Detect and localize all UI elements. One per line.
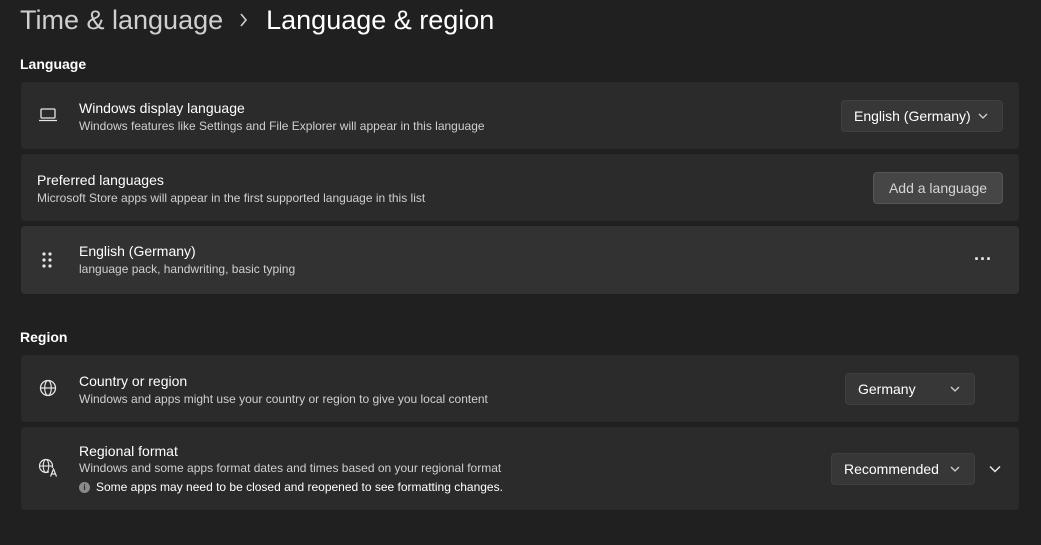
display-language-card: Windows display language Windows feature… [21,82,1019,149]
country-region-description: Windows and apps might use your country … [79,392,488,406]
drag-handle-icon[interactable] [39,250,55,270]
more-options-icon[interactable]: ··· [969,248,997,270]
preferred-languages-description: Microsoft Store apps will appear in the … [37,191,426,205]
regional-format-notice-text: Some apps may need to be closed and reop… [96,480,503,494]
display-language-description: Windows features like Settings and File … [79,119,485,133]
language-name: English (Germany) [79,243,196,259]
section-title-region: Region [20,329,68,345]
add-language-button[interactable]: Add a language [873,172,1003,204]
regional-format-title: Regional format [79,443,178,459]
chevron-down-icon [978,113,988,119]
breadcrumb: Time & language Language & region [20,2,494,38]
info-icon: i [79,481,90,493]
country-region-title: Country or region [79,373,188,389]
display-language-title: Windows display language [79,100,245,116]
chevron-down-icon [950,386,960,392]
chevron-right-icon [239,13,248,27]
globe-icon [38,378,58,398]
preferred-languages-title: Preferred languages [37,172,164,188]
language-features: language pack, handwriting, basic typing [79,262,296,276]
country-region-card: Country or region Windows and apps might… [21,355,1019,422]
chevron-down-icon [950,466,960,472]
section-title-language: Language [20,56,87,72]
page-title: Language & region [266,4,495,35]
regional-format-notice: i Some apps may need to be closed and re… [79,480,503,494]
expand-chevron-icon[interactable] [985,459,1005,479]
language-list-item[interactable]: English (Germany) language pack, handwri… [21,226,1019,294]
regional-format-dropdown[interactable]: Recommended [831,453,975,485]
country-region-value: Germany [858,381,916,397]
breadcrumb-parent-time-language[interactable]: Time & language [20,5,223,36]
laptop-icon [38,106,58,124]
country-region-dropdown[interactable]: Germany [845,373,975,405]
regional-format-card[interactable]: Regional format Windows and some apps fo… [21,427,1019,510]
regional-format-icon [38,458,60,478]
preferred-languages-card: Preferred languages Microsoft Store apps… [21,154,1019,221]
display-language-value: English (Germany) [854,108,971,124]
display-language-dropdown[interactable]: English (Germany) [841,100,1003,132]
regional-format-value: Recommended [844,461,939,477]
regional-format-description: Windows and some apps format dates and t… [79,461,502,475]
